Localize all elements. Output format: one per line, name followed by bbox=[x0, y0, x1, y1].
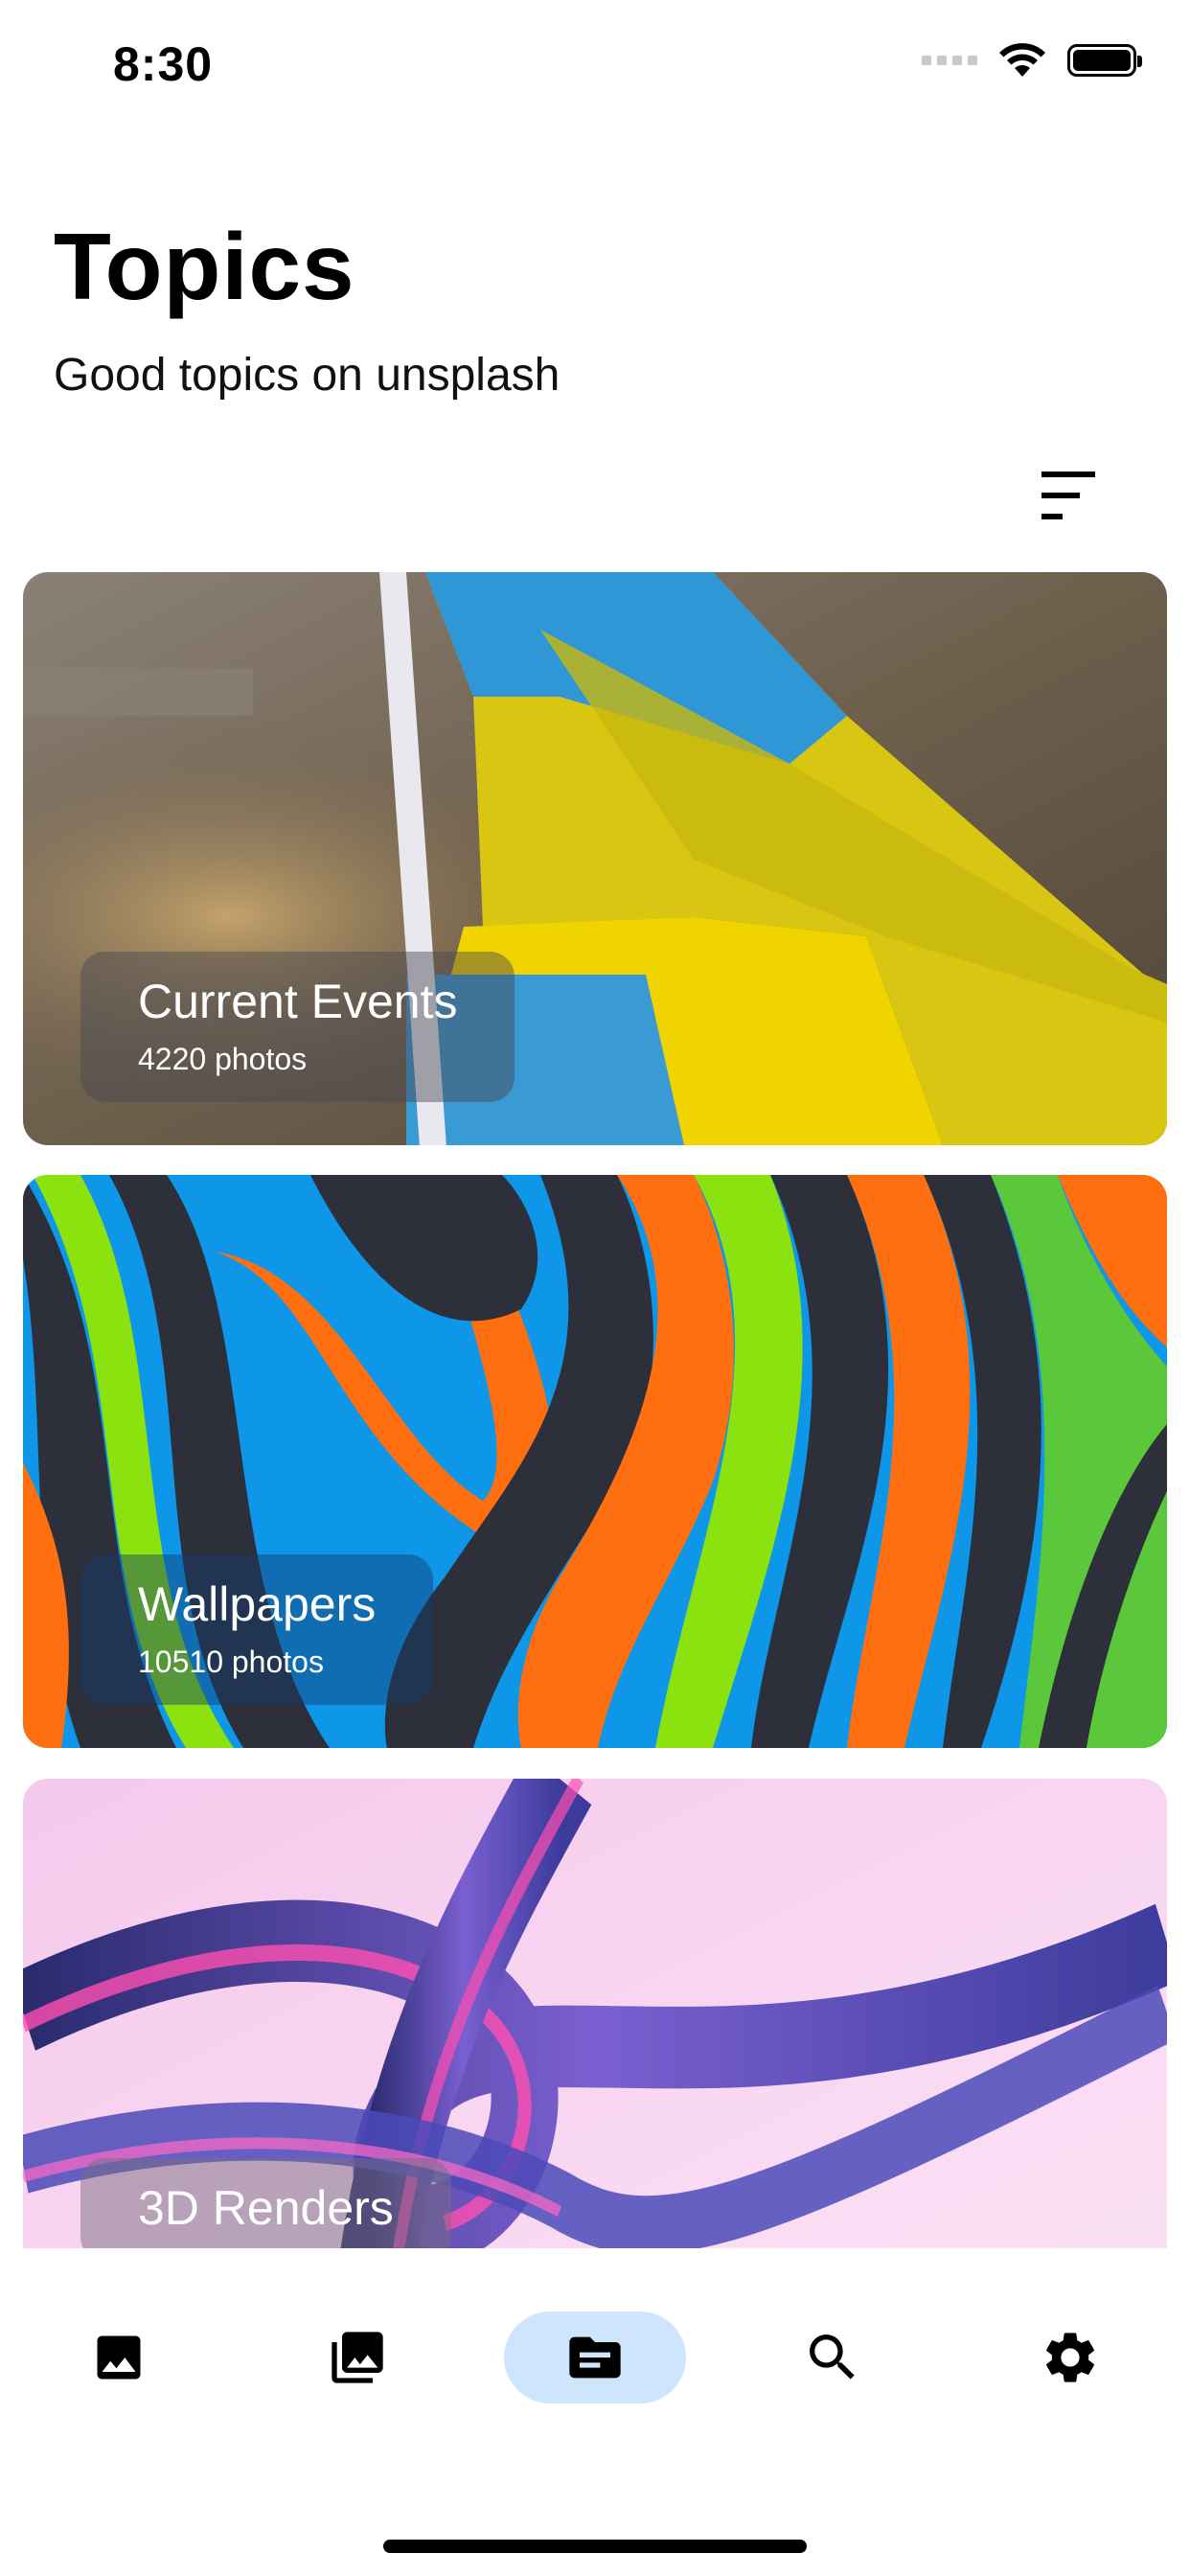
battery-icon bbox=[1067, 44, 1142, 77]
topic-label: Current Events 4220 photos bbox=[80, 952, 515, 1102]
nav-photos[interactable] bbox=[28, 2312, 210, 2404]
cellular-signal-icon bbox=[922, 56, 977, 65]
topic-title: 3D Renders bbox=[138, 2181, 394, 2235]
topic-card-current-events[interactable]: Current Events 4220 photos bbox=[23, 572, 1167, 1145]
search-icon bbox=[810, 2334, 855, 2380]
status-time: 8:30 bbox=[113, 37, 214, 91]
page-title: Topics bbox=[54, 214, 355, 319]
home-indicator[interactable] bbox=[383, 2540, 807, 2553]
wifi-icon bbox=[999, 43, 1045, 77]
topic-photo-count: 10510 photos bbox=[138, 1644, 324, 1679]
sort-icon bbox=[1041, 472, 1095, 519]
topic-label: Wallpapers 10510 photos bbox=[80, 1554, 434, 1705]
settings-icon bbox=[1046, 2333, 1094, 2382]
bottom-navigation bbox=[0, 2248, 1190, 2576]
topic-label: 3D Renders bbox=[80, 2158, 451, 2248]
nav-settings[interactable] bbox=[979, 2312, 1161, 2404]
page-subtitle: Good topics on unsplash bbox=[54, 350, 561, 401]
photo-library-icon bbox=[332, 2332, 383, 2383]
topic-card-3d-renders[interactable]: 3D Renders bbox=[23, 1779, 1167, 2248]
topic-folder-icon bbox=[569, 2336, 621, 2379]
status-icons bbox=[922, 42, 1142, 79]
nav-topics[interactable] bbox=[504, 2312, 686, 2404]
topic-photo-count: 4220 photos bbox=[138, 1042, 308, 1076]
topic-card-wallpapers[interactable]: Wallpapers 10510 photos bbox=[23, 1175, 1167, 1748]
nav-collections[interactable] bbox=[266, 2312, 448, 2404]
sort-button[interactable] bbox=[1030, 462, 1107, 529]
nav-search[interactable] bbox=[742, 2312, 924, 2404]
image-icon bbox=[97, 2335, 141, 2380]
topic-title: Wallpapers bbox=[138, 1577, 377, 1631]
topic-title: Current Events bbox=[138, 975, 458, 1028]
